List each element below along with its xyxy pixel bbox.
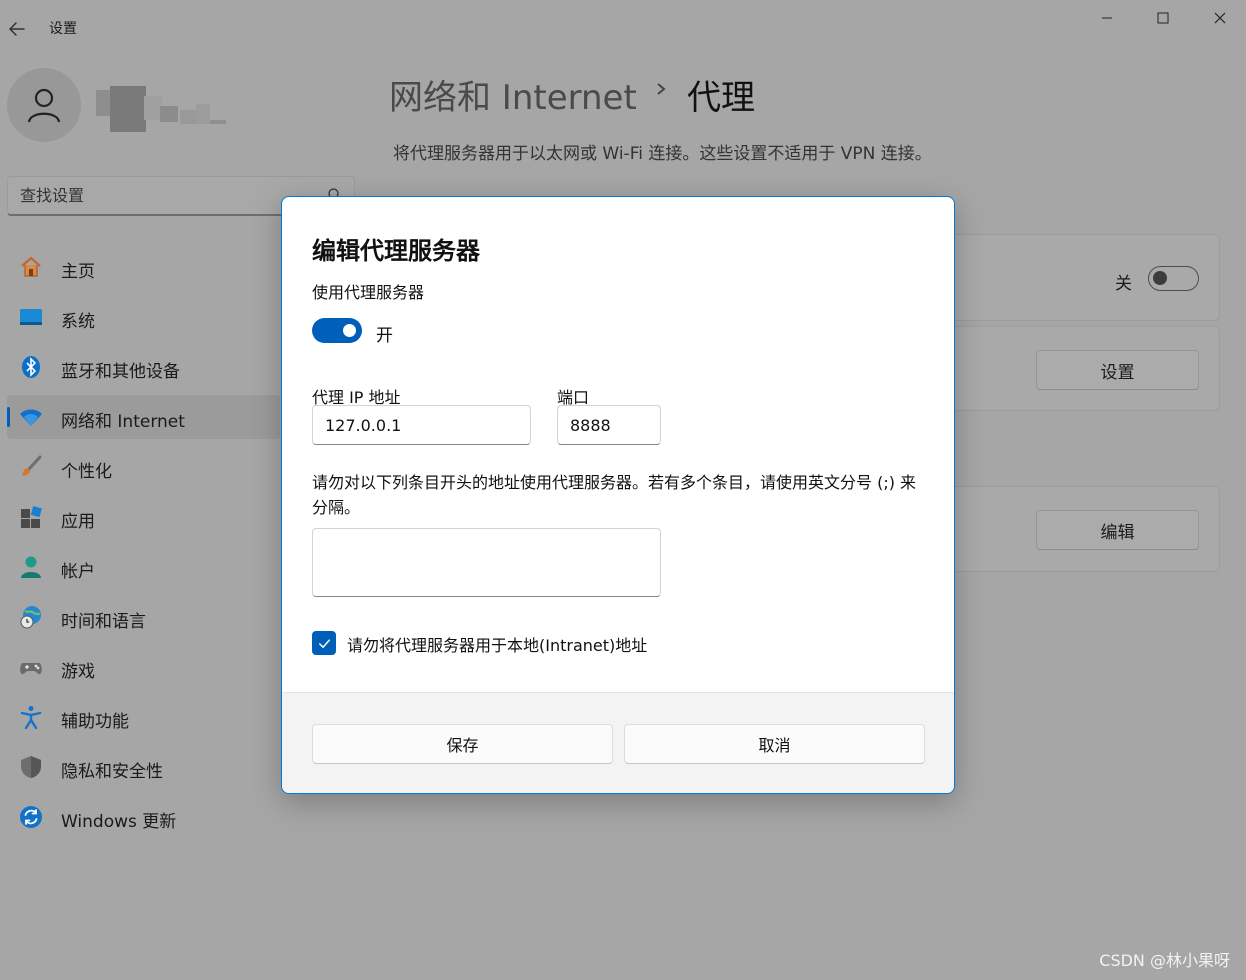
- sidebar-item-label: 个性化: [61, 462, 112, 482]
- sidebar-item-apps[interactable]: 应用: [7, 495, 280, 539]
- auto-detect-toggle[interactable]: [1148, 266, 1199, 291]
- page-title: 代理: [687, 78, 755, 118]
- sidebar-item-label: 帐户: [61, 562, 95, 582]
- account-icon: [19, 555, 43, 579]
- active-indicator: [7, 407, 10, 427]
- sidebar-item-label: 主页: [61, 262, 95, 282]
- exceptions-input[interactable]: [312, 528, 661, 597]
- user-icon: [27, 88, 61, 123]
- toggle-knob: [343, 324, 356, 337]
- sidebar-item-label: 蓝牙和其他设备: [61, 362, 180, 382]
- gamepad-icon: [19, 655, 43, 679]
- cancel-button[interactable]: 取消: [624, 724, 925, 764]
- minimize-icon: [1102, 17, 1112, 19]
- update-icon: [19, 805, 43, 829]
- breadcrumb-parent[interactable]: 网络和 Internet: [389, 70, 637, 119]
- use-proxy-toggle[interactable]: [312, 318, 362, 343]
- dialog-title: 编辑代理服务器: [312, 237, 480, 265]
- bluetooth-icon: [19, 355, 43, 379]
- sidebar-item-accessibility[interactable]: 辅助功能: [7, 695, 280, 739]
- back-button[interactable]: [6, 18, 28, 40]
- auto-detect-toggle-label: 关: [1115, 274, 1132, 294]
- edit-proxy-dialog: 编辑代理服务器 使用代理服务器 开 代理 IP 地址 端口 请勿对以下列条目开头…: [281, 196, 955, 794]
- brush-icon: [19, 455, 43, 479]
- sidebar-item-privacy[interactable]: 隐私和安全性: [7, 745, 280, 789]
- globe-clock-icon: [19, 605, 43, 629]
- toggle-knob: [1153, 271, 1167, 285]
- accessibility-icon: [19, 705, 43, 729]
- avatar[interactable]: [7, 68, 81, 142]
- close-icon: [1214, 12, 1226, 24]
- wifi-icon: [19, 405, 43, 429]
- search-input[interactable]: [20, 186, 320, 205]
- sidebar-item-windows-update[interactable]: Windows 更新: [7, 795, 280, 839]
- arrow-left-icon: [9, 22, 25, 36]
- chevron-right-icon: [657, 83, 666, 95]
- proxy-ip-input[interactable]: [312, 405, 531, 445]
- sidebar-item-accounts[interactable]: 帐户: [7, 545, 280, 589]
- sidebar-item-home[interactable]: 主页: [7, 245, 280, 289]
- dialog-footer: 保存 取消: [282, 692, 954, 793]
- sidebar-item-time-language[interactable]: 时间和语言: [7, 595, 280, 639]
- sidebar-item-system[interactable]: 系统: [7, 295, 280, 339]
- close-button[interactable]: [1197, 4, 1243, 32]
- shield-icon: [19, 755, 43, 779]
- apps-icon: [19, 505, 43, 529]
- setup-button[interactable]: 设置: [1036, 350, 1199, 390]
- maximize-button[interactable]: [1140, 4, 1186, 32]
- sidebar-item-label: 应用: [61, 512, 95, 532]
- sidebar-item-label: 隐私和安全性: [61, 762, 163, 782]
- bypass-local-label: 请勿将代理服务器用于本地(Intranet)地址: [347, 636, 648, 655]
- maximize-icon: [1157, 12, 1169, 24]
- bypass-local-checkbox[interactable]: [312, 631, 336, 655]
- exceptions-help-text: 请勿对以下列条目开头的地址使用代理服务器。若有多个条目，请使用英文分号 (;) …: [312, 473, 917, 517]
- sidebar-item-label: 系统: [61, 312, 95, 332]
- monitor-icon: [19, 305, 43, 329]
- sidebar-item-label: Windows 更新: [61, 812, 177, 832]
- watermark: CSDN @林小果呀: [1099, 951, 1230, 970]
- home-icon: [19, 255, 43, 279]
- sidebar-item-personalization[interactable]: 个性化: [7, 445, 280, 489]
- sidebar-item-label: 游戏: [61, 662, 95, 682]
- minimize-button[interactable]: [1084, 4, 1130, 32]
- edit-button[interactable]: 编辑: [1036, 510, 1199, 550]
- sidebar-item-network[interactable]: 网络和 Internet: [7, 395, 280, 439]
- sidebar-item-bluetooth[interactable]: 蓝牙和其他设备: [7, 345, 280, 389]
- sidebar-item-label: 辅助功能: [61, 712, 129, 732]
- checkmark-icon: [318, 638, 330, 648]
- page-description: 将代理服务器用于以太网或 Wi-Fi 连接。这些设置不适用于 VPN 连接。: [393, 144, 932, 164]
- sidebar-item-label: 网络和 Internet: [61, 412, 185, 432]
- save-button[interactable]: 保存: [312, 724, 613, 764]
- profile-name: [96, 86, 231, 132]
- app-title: 设置: [49, 21, 77, 37]
- use-proxy-label: 使用代理服务器: [312, 283, 425, 302]
- sidebar-item-label: 时间和语言: [61, 612, 146, 632]
- use-proxy-state: 开: [376, 326, 393, 346]
- sidebar-item-gaming[interactable]: 游戏: [7, 645, 280, 689]
- port-input[interactable]: [557, 405, 661, 445]
